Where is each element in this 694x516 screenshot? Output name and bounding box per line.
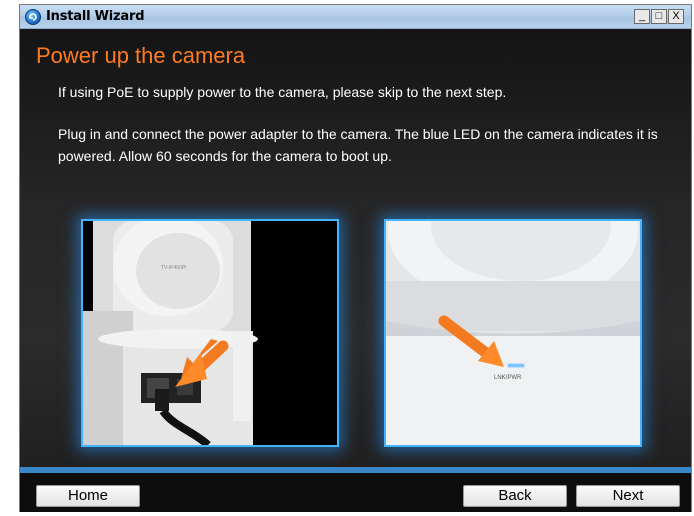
camera-model-label: TV-IP450PI xyxy=(161,265,187,271)
close-button[interactable]: X xyxy=(668,9,684,24)
maximize-button[interactable]: □ xyxy=(651,9,667,24)
camera-power-port-photo: TV-IP450PI xyxy=(81,219,339,447)
title-bar[interactable]: Install Wizard _ □ X xyxy=(20,5,691,29)
back-button[interactable]: Back xyxy=(463,485,567,507)
install-wizard-window: Install Wizard _ □ X Power up the camera… xyxy=(19,4,692,512)
next-button[interactable]: Next xyxy=(576,485,680,507)
power-instruction: Plug in and connect the power adapter to… xyxy=(58,126,658,164)
poe-instruction: If using PoE to supply power to the came… xyxy=(58,84,507,100)
home-button[interactable]: Home xyxy=(36,485,140,507)
minimize-button[interactable]: _ xyxy=(634,9,650,24)
window-title: Install Wizard xyxy=(46,9,145,24)
camera-led-photo: LNK/PWR xyxy=(384,219,642,447)
page-title: Power up the camera xyxy=(36,43,246,68)
wizard-content: Power up the camera If using PoE to supp… xyxy=(20,30,691,470)
led-label: LNK/PWR xyxy=(494,375,522,381)
app-icon xyxy=(25,9,41,25)
